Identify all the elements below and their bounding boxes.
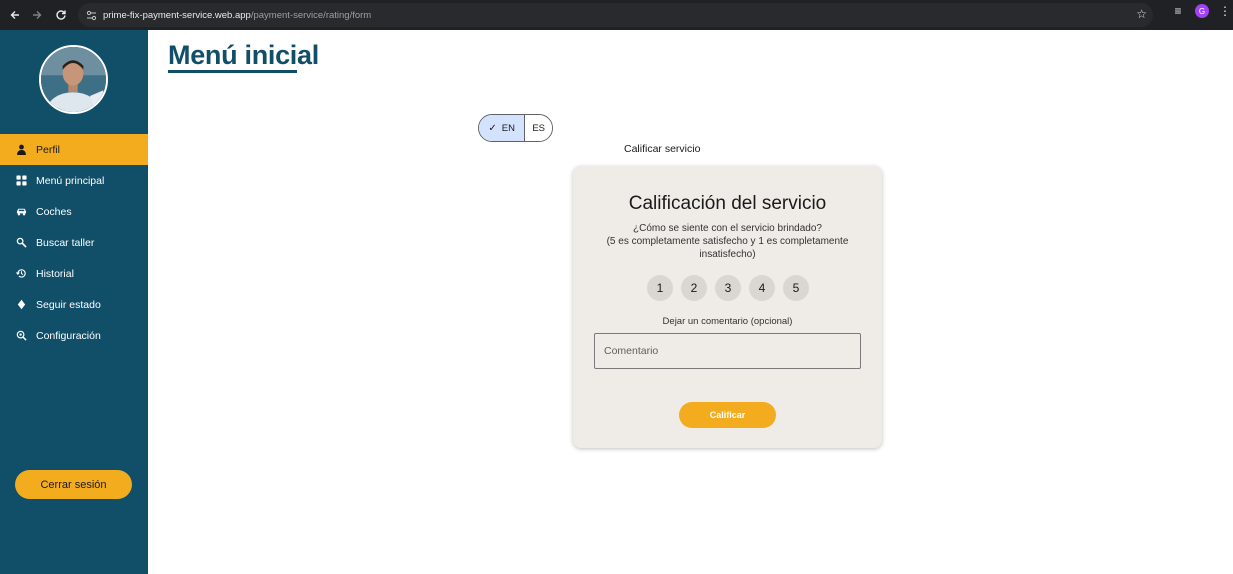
avatar[interactable] — [39, 45, 108, 114]
address-bar[interactable]: prime-fix-payment-service.web.app/paymen… — [78, 3, 1153, 27]
sidebar-item-label: Buscar taller — [36, 236, 95, 249]
car-icon — [15, 206, 27, 218]
question-scale-note: (5 es completamente satisfecho y 1 es co… — [606, 236, 849, 260]
language-label-es: ES — [532, 122, 546, 134]
sidebar-item-label: Configuración — [36, 329, 101, 342]
media-control-icon[interactable]: ≡ — [1171, 4, 1185, 18]
sidebar-item-label: Menú principal — [36, 174, 105, 187]
forward-arrow-icon[interactable] — [26, 4, 48, 26]
sidebar: Perfil Menú principal Coches Buscar tall… — [0, 30, 148, 574]
reload-icon[interactable] — [50, 4, 72, 26]
title-underline — [168, 70, 297, 73]
check-icon: ✓ — [488, 122, 497, 134]
rating-button-5[interactable]: 5 — [783, 275, 809, 301]
bookmark-star-icon[interactable]: ☆ — [1136, 7, 1147, 21]
back-arrow-icon[interactable] — [4, 4, 26, 26]
url-domain: prime-fix-payment-service.web.app — [103, 9, 251, 21]
language-option-es[interactable]: ES — [525, 115, 552, 141]
sidebar-item-historial[interactable]: Historial — [0, 258, 148, 289]
rating-card: Calificación del servicio ¿Cómo se sient… — [573, 166, 882, 448]
sidebar-item-configuracion[interactable]: Configuración — [0, 320, 148, 351]
sidebar-item-perfil[interactable]: Perfil — [0, 134, 148, 165]
sidebar-item-seguir-estado[interactable]: Seguir estado — [0, 289, 148, 320]
logout-button[interactable]: Cerrar sesión — [15, 470, 132, 499]
page-title: Menú inicial — [168, 40, 319, 70]
rating-button-3[interactable]: 3 — [715, 275, 741, 301]
language-label-en: EN — [501, 122, 515, 134]
diamond-icon — [15, 299, 27, 311]
sidebar-item-label: Coches — [36, 205, 72, 218]
sidebar-item-coches[interactable]: Coches — [0, 196, 148, 227]
more-menu-icon[interactable]: ⋮ — [1219, 4, 1231, 18]
rating-options: 1 2 3 4 5 — [647, 275, 809, 301]
person-icon — [15, 144, 27, 156]
url-path: /payment-service/rating/form — [250, 9, 372, 21]
sidebar-item-label: Perfil — [36, 143, 60, 156]
browser-toolbar: prime-fix-payment-service.web.app/paymen… — [0, 0, 1233, 30]
avatar-photo — [41, 47, 106, 112]
history-icon — [15, 268, 27, 280]
wrench-search-icon — [15, 237, 27, 249]
language-option-en[interactable]: ✓ EN — [479, 115, 526, 141]
question-text: ¿Cómo se siente con el servicio brindado… — [633, 223, 822, 234]
grid-icon — [15, 175, 27, 187]
comment-input[interactable] — [594, 333, 861, 369]
comment-label: Dejar un comentario (opcional) — [662, 316, 793, 327]
rating-button-4[interactable]: 4 — [749, 275, 775, 301]
rating-question: ¿Cómo se siente con el servicio brindado… — [593, 222, 862, 261]
sidebar-menu: Perfil Menú principal Coches Buscar tall… — [0, 134, 148, 351]
sidebar-item-label: Seguir estado — [36, 298, 101, 311]
profile-avatar[interactable]: G — [1195, 4, 1209, 18]
url-text: prime-fix-payment-service.web.app/paymen… — [103, 10, 371, 21]
language-toggle: ✓ EN ES — [478, 114, 553, 142]
section-label: Calificar servicio — [624, 143, 701, 155]
settings-search-icon — [15, 330, 27, 342]
rating-button-1[interactable]: 1 — [647, 275, 673, 301]
site-info-icon[interactable] — [83, 7, 99, 23]
rating-button-2[interactable]: 2 — [681, 275, 707, 301]
sidebar-item-label: Historial — [36, 267, 74, 280]
submit-rating-button[interactable]: Calificar — [679, 402, 776, 428]
sidebar-item-menu-principal[interactable]: Menú principal — [0, 165, 148, 196]
sidebar-item-buscar-taller[interactable]: Buscar taller — [0, 227, 148, 258]
card-title: Calificación del servicio — [628, 193, 827, 214]
